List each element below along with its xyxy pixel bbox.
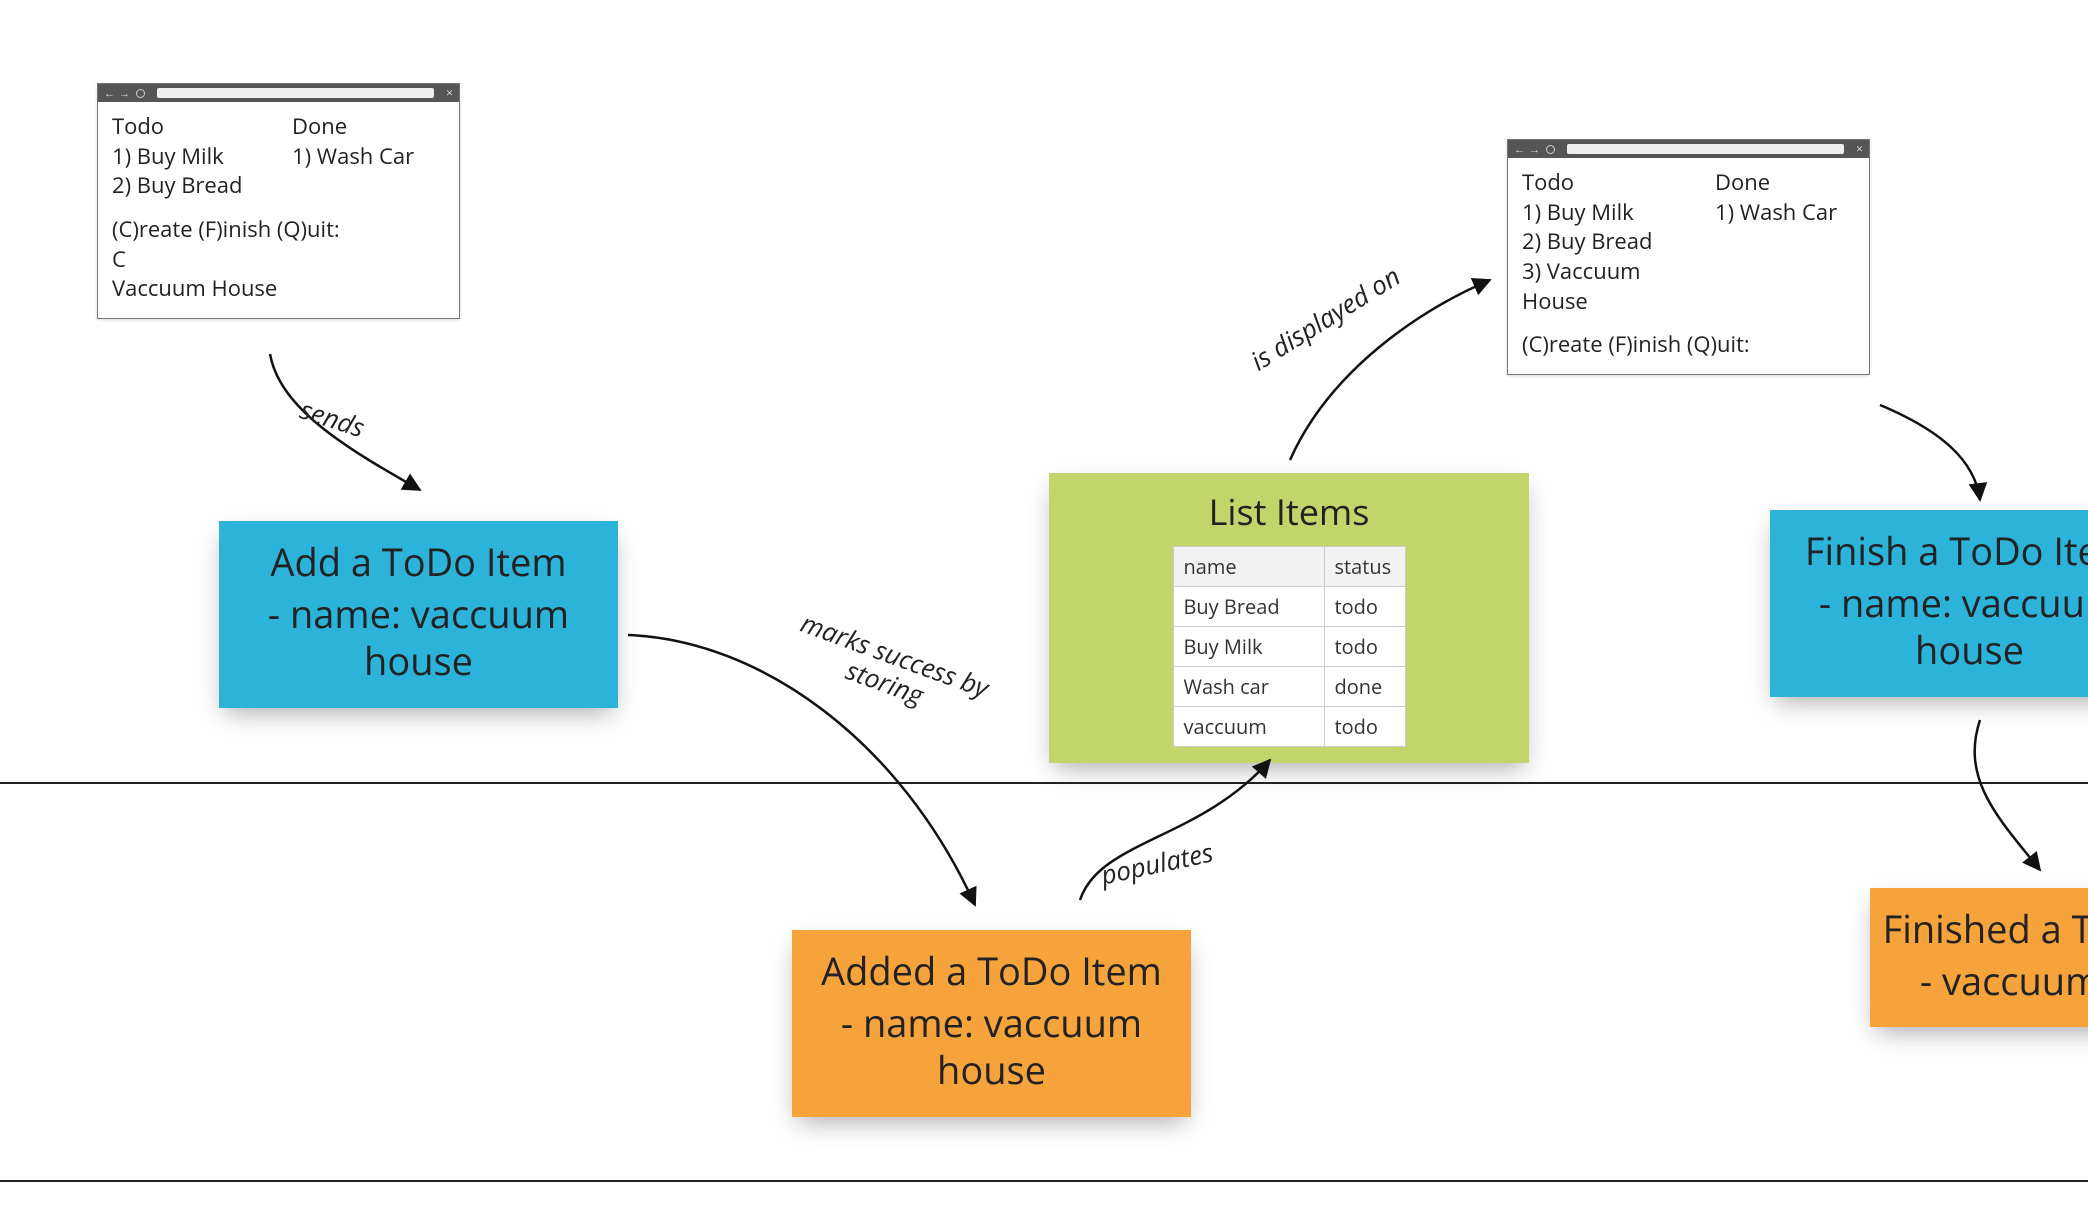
todo-item: 1) Buy Milk bbox=[112, 142, 252, 172]
card-subtitle: - name: vaccuum house bbox=[792, 996, 1191, 1117]
reload-icon bbox=[136, 89, 145, 98]
todo-item: 3) Vaccuum House bbox=[1522, 257, 1675, 316]
edge-label-populates: populates bbox=[1097, 834, 1216, 893]
card-add-todo: Add a ToDo Item - name: vaccuum house bbox=[219, 521, 618, 708]
table-row: Buy Milktodo bbox=[1173, 627, 1405, 667]
input-choice: C bbox=[112, 245, 445, 275]
browser-content: Todo 1) Buy Milk 2) Buy Bread Done 1) Wa… bbox=[98, 102, 459, 318]
browser-window-1: ← → × Todo 1) Buy Milk 2) Buy Bread Done… bbox=[97, 83, 460, 319]
edge-label-displayed: is displayed on bbox=[1243, 258, 1406, 379]
close-icon: × bbox=[446, 87, 453, 99]
card-finished-todo: Finished a ToDo Item - vaccuum house bbox=[1870, 888, 2088, 1027]
nav-back-icon: ← bbox=[104, 88, 115, 99]
card-added-todo: Added a ToDo Item - name: vaccuum house bbox=[792, 930, 1191, 1117]
input-value: Vaccuum House bbox=[112, 274, 445, 304]
divider-2 bbox=[0, 1180, 2088, 1182]
table-row: Buy Breadtodo bbox=[1173, 587, 1405, 627]
table-header-cell: status bbox=[1324, 547, 1405, 587]
close-icon: × bbox=[1856, 143, 1863, 155]
edge-label-sends: sends bbox=[296, 391, 369, 445]
url-bar bbox=[1567, 144, 1844, 154]
divider-1 bbox=[0, 782, 2088, 784]
card-title: Finish a ToDo Item bbox=[1770, 510, 2088, 576]
todo-item: 1) Buy Milk bbox=[1522, 198, 1675, 228]
browser-content: Todo 1) Buy Milk 2) Buy Bread 3) Vaccuum… bbox=[1508, 158, 1869, 374]
list-items-header: List Items bbox=[1049, 481, 1529, 546]
diagram-canvas: ← → × Todo 1) Buy Milk 2) Buy Bread Done… bbox=[0, 0, 2088, 1225]
prompt-line: (C)reate (F)inish (Q)uit: bbox=[112, 215, 445, 245]
card-subtitle: - name: vaccuum house bbox=[1770, 576, 2088, 697]
arrow-to-finish bbox=[1880, 405, 1980, 500]
nav-forward-icon: → bbox=[119, 88, 130, 99]
prompt-line: (C)reate (F)inish (Q)uit: bbox=[1522, 330, 1855, 360]
table-header-cell: name bbox=[1173, 547, 1324, 587]
todo-header: Todo bbox=[112, 112, 252, 142]
card-title: Added a ToDo Item bbox=[792, 930, 1191, 996]
todo-item: 2) Buy Bread bbox=[112, 171, 252, 201]
card-title: Finished a ToDo Item bbox=[1870, 888, 2088, 954]
todo-header: Todo bbox=[1522, 168, 1675, 198]
arrow-to-finished bbox=[1975, 720, 2040, 870]
browser-titlebar: ← → × bbox=[98, 84, 459, 102]
browser-window-2: ← → × Todo 1) Buy Milk 2) Buy Bread 3) V… bbox=[1507, 139, 1870, 375]
card-subtitle: - name: vaccuum house bbox=[219, 587, 618, 708]
card-title: Add a ToDo Item bbox=[219, 521, 618, 587]
table-row: Wash cardone bbox=[1173, 667, 1405, 707]
list-items-table: name status Buy Breadtodo Buy Milktodo W… bbox=[1173, 546, 1406, 747]
edge-label-marks: marks success by storing bbox=[758, 597, 1022, 740]
reload-icon bbox=[1546, 145, 1555, 154]
nav-forward-icon: → bbox=[1529, 144, 1540, 155]
card-subtitle: - vaccuum house bbox=[1870, 954, 2088, 1028]
todo-item: 2) Buy Bread bbox=[1522, 227, 1675, 257]
done-item: 1) Wash Car bbox=[292, 142, 432, 172]
url-bar bbox=[157, 88, 434, 98]
table-header-row: name status bbox=[1173, 547, 1405, 587]
table-row: vaccuumtodo bbox=[1173, 707, 1405, 747]
card-finish-todo: Finish a ToDo Item - name: vaccuum house bbox=[1770, 510, 2088, 697]
card-list-items: List Items name status Buy Breadtodo Buy… bbox=[1049, 473, 1529, 763]
done-item: 1) Wash Car bbox=[1715, 198, 1855, 228]
done-header: Done bbox=[1715, 168, 1855, 198]
done-header: Done bbox=[292, 112, 432, 142]
nav-back-icon: ← bbox=[1514, 144, 1525, 155]
browser-titlebar: ← → × bbox=[1508, 140, 1869, 158]
